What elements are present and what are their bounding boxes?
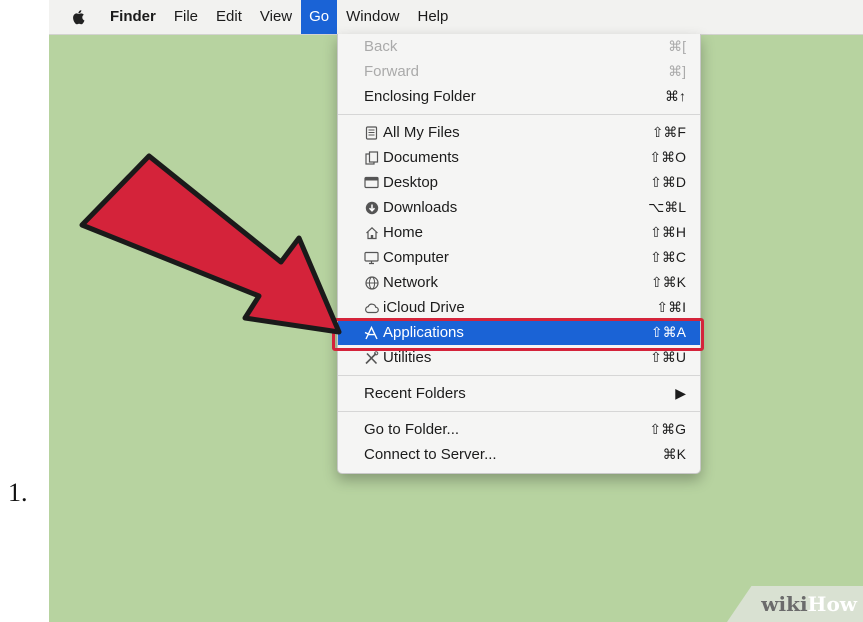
arrow-shape-icon xyxy=(49,0,863,622)
desktop: Finder File Edit View Go Window Help Bac… xyxy=(49,0,863,622)
list-number: 1. xyxy=(8,478,28,507)
